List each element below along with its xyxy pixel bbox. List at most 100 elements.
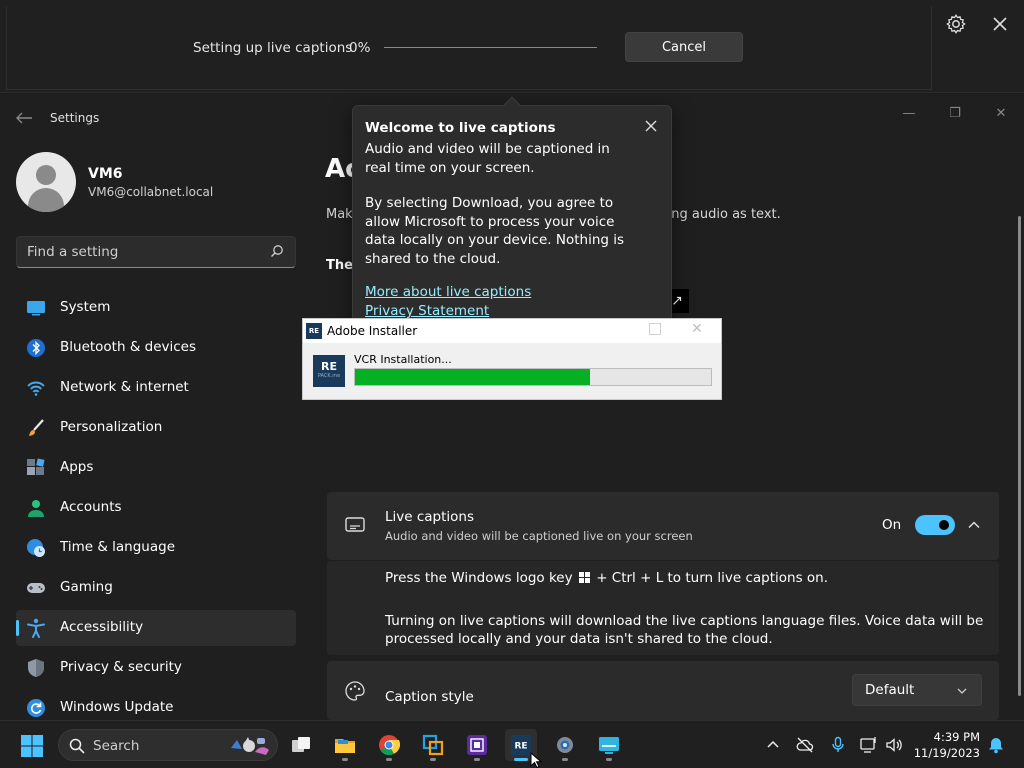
clock-date[interactable]: 11/19/2023 xyxy=(910,746,980,760)
installer-close-button[interactable]: ✕ xyxy=(691,321,703,337)
live-captions-details: Press the Windows logo key + Ctrl + L to… xyxy=(327,561,999,655)
chevron-up-icon[interactable] xyxy=(764,736,782,754)
installer-title: Adobe Installer xyxy=(327,324,418,338)
avatar[interactable] xyxy=(16,152,76,212)
wifi-icon xyxy=(27,381,45,396)
clock-time[interactable]: 4:39 PM xyxy=(920,730,980,744)
live-captions-frame xyxy=(6,6,932,90)
sidebar-item-time-language[interactable]: Time & language xyxy=(16,530,296,566)
running-indicator xyxy=(474,758,480,761)
gear-icon[interactable] xyxy=(945,13,967,35)
sidebar-item-accounts[interactable]: Accounts xyxy=(16,490,296,526)
network-tool-button[interactable] xyxy=(417,729,449,761)
sidebar-item-label: System xyxy=(60,299,111,315)
selection-indicator xyxy=(16,620,19,636)
popup-title: Welcome to live captions xyxy=(365,120,556,136)
sidebar-item-network[interactable]: Network & internet xyxy=(16,370,296,406)
brush-icon xyxy=(29,419,44,436)
shortcut-hint: Press the Windows logo key + Ctrl + L to… xyxy=(385,570,829,586)
chevron-up-icon[interactable] xyxy=(967,518,981,532)
sidebar-item-label: Accessibility xyxy=(60,619,144,635)
search-input[interactable]: Find a setting xyxy=(16,236,296,268)
captions-icon xyxy=(345,517,365,532)
active-indicator xyxy=(514,758,528,761)
sidebar-item-label: Gaming xyxy=(60,579,113,595)
accessibility-icon xyxy=(27,618,45,638)
sidebar-item-label: Privacy & security xyxy=(60,659,182,675)
sidebar-item-apps[interactable]: Apps xyxy=(16,450,296,486)
network-monitor-icon[interactable] xyxy=(860,736,878,754)
sidebar-item-bluetooth[interactable]: Bluetooth & devices xyxy=(16,330,296,366)
taskbar: Search RE 4:39 PM 11/19/2023 xyxy=(0,720,1024,768)
sidebar-item-label: Windows Update xyxy=(60,699,174,715)
sidebar-item-accessibility[interactable]: Accessibility xyxy=(16,610,296,646)
privacy-statement-link[interactable]: Privacy Statement xyxy=(365,303,489,319)
file-explorer-button[interactable] xyxy=(329,729,361,761)
svg-text:RE: RE xyxy=(514,742,527,752)
installer-title-bar[interactable]: RE Adobe Installer ✕ xyxy=(303,319,721,343)
maximize-button[interactable] xyxy=(649,323,661,335)
minimize-button[interactable]: — xyxy=(897,102,921,126)
sidebar-item-label: Apps xyxy=(60,459,94,475)
mouse-cursor-icon xyxy=(530,752,542,768)
gamepad-icon xyxy=(27,583,45,593)
live-captions-status: Setting up live captions xyxy=(193,40,353,56)
caption-style-title: Caption style xyxy=(385,689,474,705)
repack-icon: RE xyxy=(306,323,322,339)
apps-icon xyxy=(27,458,45,475)
speaker-icon[interactable] xyxy=(885,736,903,754)
network-tool-icon xyxy=(422,734,444,756)
close-icon[interactable] xyxy=(643,118,659,134)
popup-consent-text: By selecting Download, you agree to allo… xyxy=(365,195,625,267)
page-description-start: Mak xyxy=(326,207,353,222)
taskbar-search[interactable]: Search xyxy=(58,729,278,761)
page-description-end: ying audio as text. xyxy=(660,207,781,222)
caption-style-card[interactable]: Caption style Default xyxy=(327,661,999,720)
palette-icon xyxy=(345,681,365,701)
running-indicator xyxy=(562,758,568,761)
search-highlight-art-icon xyxy=(231,737,269,755)
notification-bell-icon[interactable] xyxy=(987,736,1005,754)
live-captions-toggle[interactable] xyxy=(915,515,955,535)
bluetooth-icon xyxy=(27,339,45,357)
back-arrow-icon[interactable] xyxy=(14,110,34,126)
processor-app-button[interactable] xyxy=(461,729,493,761)
clock-globe-icon xyxy=(27,539,45,557)
cloud-off-icon[interactable] xyxy=(796,736,814,754)
sidebar-item-system[interactable]: System xyxy=(16,290,296,326)
toggle-state-label: On xyxy=(882,517,902,533)
remote-desktop-button[interactable] xyxy=(593,729,625,761)
repack-icon: RE xyxy=(511,735,531,755)
windows-start-icon[interactable] xyxy=(20,734,44,758)
cancel-button[interactable]: Cancel xyxy=(625,32,743,62)
close-icon[interactable] xyxy=(990,14,1010,34)
installer-step: VCR Installation... xyxy=(354,353,452,366)
sidebar-item-personalization[interactable]: Personalization xyxy=(16,410,296,446)
repack-logo: RE PACK.me xyxy=(313,355,345,387)
popup-description: Audio and video will be captioned in rea… xyxy=(365,141,610,176)
chrome-button[interactable] xyxy=(373,729,405,761)
sidebar-item-label: Accounts xyxy=(60,499,122,515)
gear-icon xyxy=(557,737,573,753)
running-indicator xyxy=(606,758,612,761)
search-icon xyxy=(271,245,283,257)
microphone-icon[interactable] xyxy=(829,736,847,754)
sidebar-item-windows-update[interactable]: Windows Update xyxy=(16,690,296,720)
user-name: VM6 xyxy=(88,166,123,182)
settings-app-button[interactable] xyxy=(549,729,581,761)
running-indicator xyxy=(386,758,392,761)
adobe-installer-window: RE Adobe Installer ✕ RE PACK.me VCR Inst… xyxy=(302,318,722,400)
task-view-button[interactable] xyxy=(285,729,317,761)
installer-progress-fill xyxy=(355,369,590,385)
sidebar-item-privacy-security[interactable]: Privacy & security xyxy=(16,650,296,686)
restore-button[interactable]: ❐ xyxy=(943,102,967,126)
windows-logo-icon xyxy=(578,572,590,583)
live-captions-card[interactable]: Live captions Audio and video will be ca… xyxy=(327,492,999,560)
more-about-link[interactable]: More about live captions xyxy=(365,284,531,300)
scrollbar[interactable] xyxy=(1018,216,1021,696)
folder-icon xyxy=(335,739,355,753)
window-close-button[interactable]: ✕ xyxy=(989,102,1013,126)
refresh-icon xyxy=(27,699,45,717)
sidebar-item-gaming[interactable]: Gaming xyxy=(16,570,296,606)
live-captions-subtitle: Audio and video will be captioned live o… xyxy=(385,529,693,543)
